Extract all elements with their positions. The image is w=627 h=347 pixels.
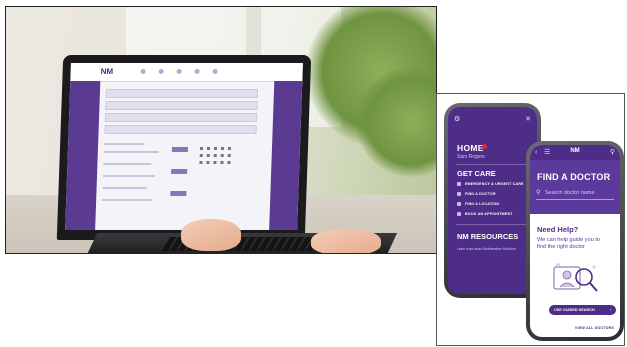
- menu-item-find-location[interactable]: FIND A LOCATION: [457, 202, 499, 206]
- action-button[interactable]: [171, 169, 188, 174]
- menu-item-book-appointment[interactable]: BOOK AN APPOINTMENT: [457, 212, 513, 216]
- doctor-search-illustration: [553, 263, 598, 292]
- divider: [456, 224, 529, 225]
- right-hand: [311, 229, 381, 253]
- page-title: FIND A DOCTOR: [537, 172, 611, 182]
- app-logo: NM: [570, 148, 580, 154]
- view-all-doctors-link[interactable]: VIEW ALL DOCTORS: [575, 326, 614, 330]
- nav-icon[interactable]: [194, 69, 200, 74]
- help-heading: Need Help?: [537, 225, 579, 234]
- menu-screen: ⚙ ✕ HOME Sam Rogers › GET CARE EMERGENCY…: [448, 107, 537, 294]
- action-button[interactable]: [171, 147, 189, 152]
- search-placeholder: Search doctor name: [545, 190, 595, 196]
- app-top-bar: NM: [70, 63, 303, 82]
- left-panel: [65, 81, 101, 230]
- search-icon: ⚲: [536, 190, 541, 196]
- nav-icon[interactable]: [212, 69, 218, 74]
- message-row[interactable]: [104, 113, 258, 122]
- divider: [456, 164, 529, 165]
- app-header: ‹ ☰ NM ⚲: [530, 145, 620, 160]
- message-row[interactable]: [104, 125, 257, 134]
- right-panel: [269, 81, 303, 230]
- text-line: [103, 151, 159, 153]
- phones-photo: ⚙ ✕ HOME Sam Rogers › GET CARE EMERGENCY…: [436, 93, 625, 346]
- calendar-widget[interactable]: [197, 145, 238, 175]
- web-app-screen: NM: [65, 63, 303, 230]
- nav-icon[interactable]: [140, 69, 146, 74]
- guided-search-button[interactable]: USE GUIDED SEARCH ›: [549, 305, 616, 315]
- nav-icon[interactable]: [158, 69, 164, 74]
- menu-item-emergency[interactable]: EMERGENCY & URGENT CARE: [457, 182, 524, 186]
- menu-item-find-doctor[interactable]: FIND A DOCTOR: [457, 192, 496, 196]
- menu-top-bar: ⚙ ✕: [454, 116, 531, 126]
- calendar-icon: [457, 212, 461, 216]
- text-line: [102, 175, 156, 177]
- search-icon[interactable]: ⚲: [610, 149, 615, 156]
- resources-subtext: Learn more about Northwestern Medicine: [457, 247, 516, 251]
- phone-find-doctor: ‹ ☰ NM ⚲ FIND A DOCTOR ⚲ Search doctor n…: [526, 141, 624, 341]
- chevron-right-icon: ›: [609, 308, 611, 312]
- gear-icon[interactable]: ⚙: [454, 116, 460, 123]
- help-text: We can help guide you to find the right …: [537, 237, 601, 250]
- message-row[interactable]: [105, 89, 259, 98]
- find-doctor-hero: [530, 160, 620, 214]
- text-line: [102, 187, 147, 189]
- find-doctor-screen: ‹ ☰ NM ⚲ FIND A DOCTOR ⚲ Search doctor n…: [530, 145, 620, 337]
- left-hand: [181, 219, 241, 251]
- action-button[interactable]: [170, 191, 187, 196]
- nav-icon[interactable]: [176, 69, 182, 74]
- app-logo: NM: [100, 67, 114, 76]
- location-icon: [457, 202, 461, 206]
- text-line: [104, 143, 145, 145]
- emergency-icon: [457, 182, 461, 186]
- doctor-icon: [457, 192, 461, 196]
- menu-home[interactable]: HOME: [457, 143, 484, 153]
- doctor-search-input[interactable]: ⚲ Search doctor name: [536, 189, 614, 200]
- text-line: [103, 163, 152, 165]
- message-row[interactable]: [105, 101, 258, 110]
- nm-resources-heading[interactable]: NM RESOURCES: [457, 232, 518, 241]
- get-care-heading: GET CARE: [457, 169, 496, 178]
- laptop-photo: NM: [5, 6, 437, 254]
- notification-badge: [482, 144, 487, 149]
- laptop-screen: NM: [56, 55, 312, 240]
- close-icon[interactable]: ✕: [525, 116, 531, 123]
- text-line: [102, 199, 153, 201]
- user-name: Sam Rogers: [457, 154, 485, 160]
